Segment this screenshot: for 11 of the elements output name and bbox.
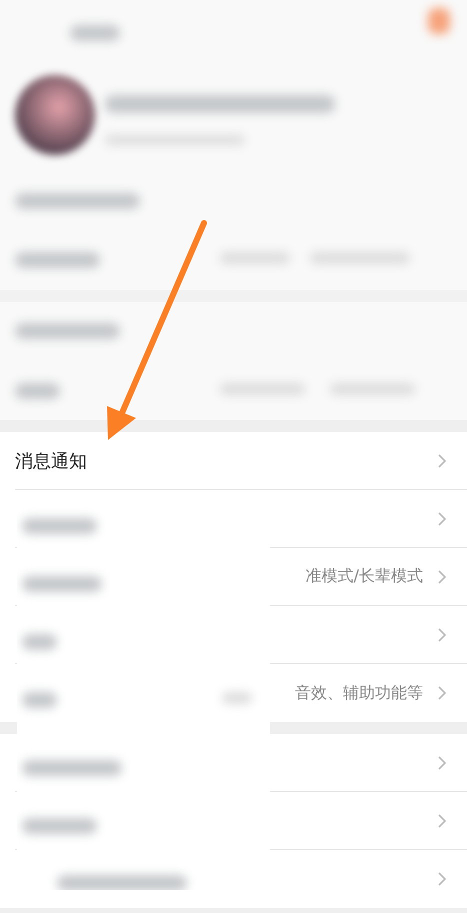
chevron-right-icon [437, 452, 447, 468]
chevron-right-icon [437, 626, 447, 642]
row-label[interactable]: 消息通知 [15, 448, 437, 472]
chevron-right-icon [437, 754, 447, 770]
chevron-right-icon [437, 568, 447, 584]
chevron-right-icon [437, 812, 447, 828]
row-value: 音效、辅助功能等 [295, 682, 423, 704]
chevron-right-icon [437, 510, 447, 526]
chevron-right-icon [437, 685, 447, 701]
row-value: 准模式/长辈模式 [306, 566, 423, 587]
chevron-right-icon [437, 871, 447, 887]
